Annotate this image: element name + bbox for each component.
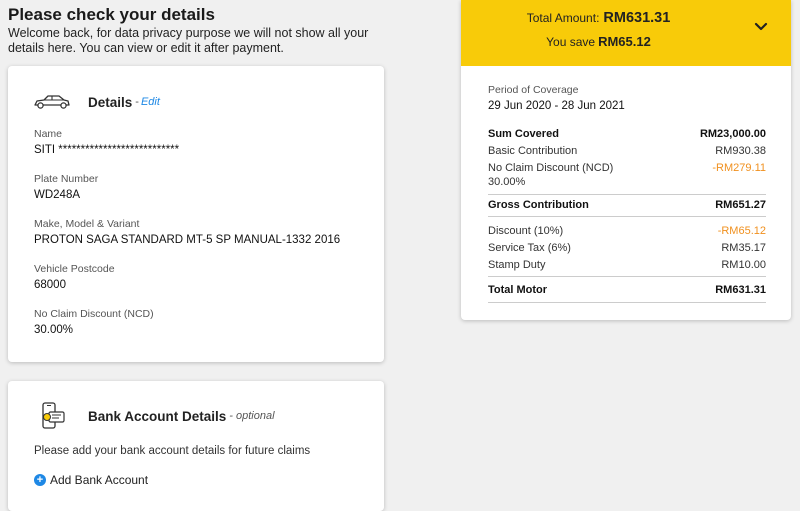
field-ncd: No Claim Discount (NCD) 30.00% [34, 308, 154, 336]
ncd-value: -RM279.11 [712, 162, 766, 174]
total-amount-value: RM631.31 [603, 10, 671, 26]
total-motor-value: RM631.31 [715, 284, 766, 296]
service-tax-label: Service Tax (6%) [488, 242, 571, 254]
field-label: Make, Model & Variant [34, 218, 140, 230]
chevron-down-icon[interactable] [753, 18, 769, 34]
field-value: PROTON SAGA STANDARD MT-5 SP MANUAL-1332… [34, 234, 341, 246]
sum-covered-row: Sum Covered RM23,000.00 [488, 126, 766, 142]
basic-contribution-row: Basic Contribution RM930.38 [488, 143, 766, 159]
discount-value: -RM65.12 [717, 225, 766, 237]
stamp-duty-row: Stamp Duty RM10.00 [488, 257, 766, 273]
ncd-label: No Claim Discount (NCD) [488, 162, 614, 174]
sum-covered-label: Sum Covered [488, 128, 559, 140]
field-value: 68000 [34, 279, 66, 291]
field-make-model: Make, Model & Variant PROTON SAGA STANDA… [34, 218, 340, 246]
field-value: SITI *************************** [34, 144, 180, 156]
basic-contribution-label: Basic Contribution [488, 145, 578, 157]
phone-card-icon [32, 401, 72, 431]
ncd-percent: 30.00% [488, 176, 526, 188]
edit-details-link[interactable]: Edit [141, 96, 160, 108]
summary-breakdown: Period of Coverage 29 Jun 2020 - 28 Jun … [488, 84, 766, 303]
basic-contribution-value: RM930.38 [715, 145, 766, 157]
page-intro: Welcome back, for data privacy purpose w… [8, 26, 369, 55]
add-bank-account-button[interactable]: + Add Bank Account [34, 473, 148, 487]
service-tax-value: RM35.17 [721, 242, 766, 254]
details-header: Details - Edit [32, 90, 160, 114]
total-motor-row: Total Motor RM631.31 [488, 282, 766, 298]
car-icon [32, 90, 72, 114]
bank-header: Bank Account Details - optional [32, 401, 275, 431]
savings-line: You save RM65.12 [461, 34, 736, 49]
field-label: Vehicle Postcode [34, 263, 115, 275]
add-bank-account-label: Add Bank Account [50, 473, 149, 487]
gross-contribution-value: RM651.27 [715, 199, 766, 211]
stamp-duty-value: RM10.00 [721, 259, 766, 271]
page-title: Please check your details [8, 5, 215, 24]
gross-contribution-row: Gross Contribution RM651.27 [488, 197, 766, 213]
details-title: Details [88, 94, 133, 110]
ncd-row: No Claim Discount (NCD) -RM279.11 [488, 160, 766, 176]
total-motor-label: Total Motor [488, 284, 548, 296]
divider [488, 302, 766, 303]
field-label: Plate Number [34, 173, 99, 185]
payment-summary-card: Total Amount: RM631.31 You save RM65.12 Pe… [461, 0, 791, 320]
total-amount-label: Total Amount: [526, 11, 600, 25]
service-tax-row: Service Tax (6%) RM35.17 [488, 240, 766, 256]
field-name: Name SITI *************************** [34, 128, 179, 156]
field-value: 30.00% [34, 324, 74, 336]
total-amount-line: Total Amount: RM631.31 [461, 10, 736, 26]
field-label: Name [34, 128, 63, 140]
period-value: 29 Jun 2020 - 28 Jun 2021 [488, 100, 625, 112]
plus-circle-icon: + [34, 474, 46, 486]
divider [488, 216, 766, 217]
summary-banner: Total Amount: RM631.31 You save RM65.12 [461, 0, 791, 66]
savings-label: You save [546, 35, 596, 49]
bank-optional-label: - optional [229, 410, 275, 422]
bank-description: Please add your bank account details for… [34, 445, 311, 457]
field-plate-number: Plate Number WD248A [34, 173, 98, 201]
sum-covered-value: RM23,000.00 [699, 128, 766, 140]
savings-value: RM65.12 [598, 34, 651, 49]
stamp-duty-label: Stamp Duty [488, 259, 546, 271]
field-value: WD248A [34, 189, 81, 201]
period-label: Period of Coverage [488, 84, 579, 96]
divider [488, 276, 766, 277]
discount-row: Discount (10%) -RM65.12 [488, 223, 766, 239]
discount-label: Discount (10%) [488, 225, 564, 237]
details-separator: - [135, 96, 139, 108]
field-postcode: Vehicle Postcode 68000 [34, 263, 115, 291]
bank-account-card: Bank Account Details - optional Please a… [8, 381, 384, 511]
bank-title: Bank Account Details [88, 408, 227, 424]
gross-contribution-label: Gross Contribution [488, 199, 589, 211]
divider [488, 194, 766, 195]
details-card: Details - Edit Name SITI ***************… [8, 66, 384, 362]
field-label: No Claim Discount (NCD) [34, 308, 154, 320]
